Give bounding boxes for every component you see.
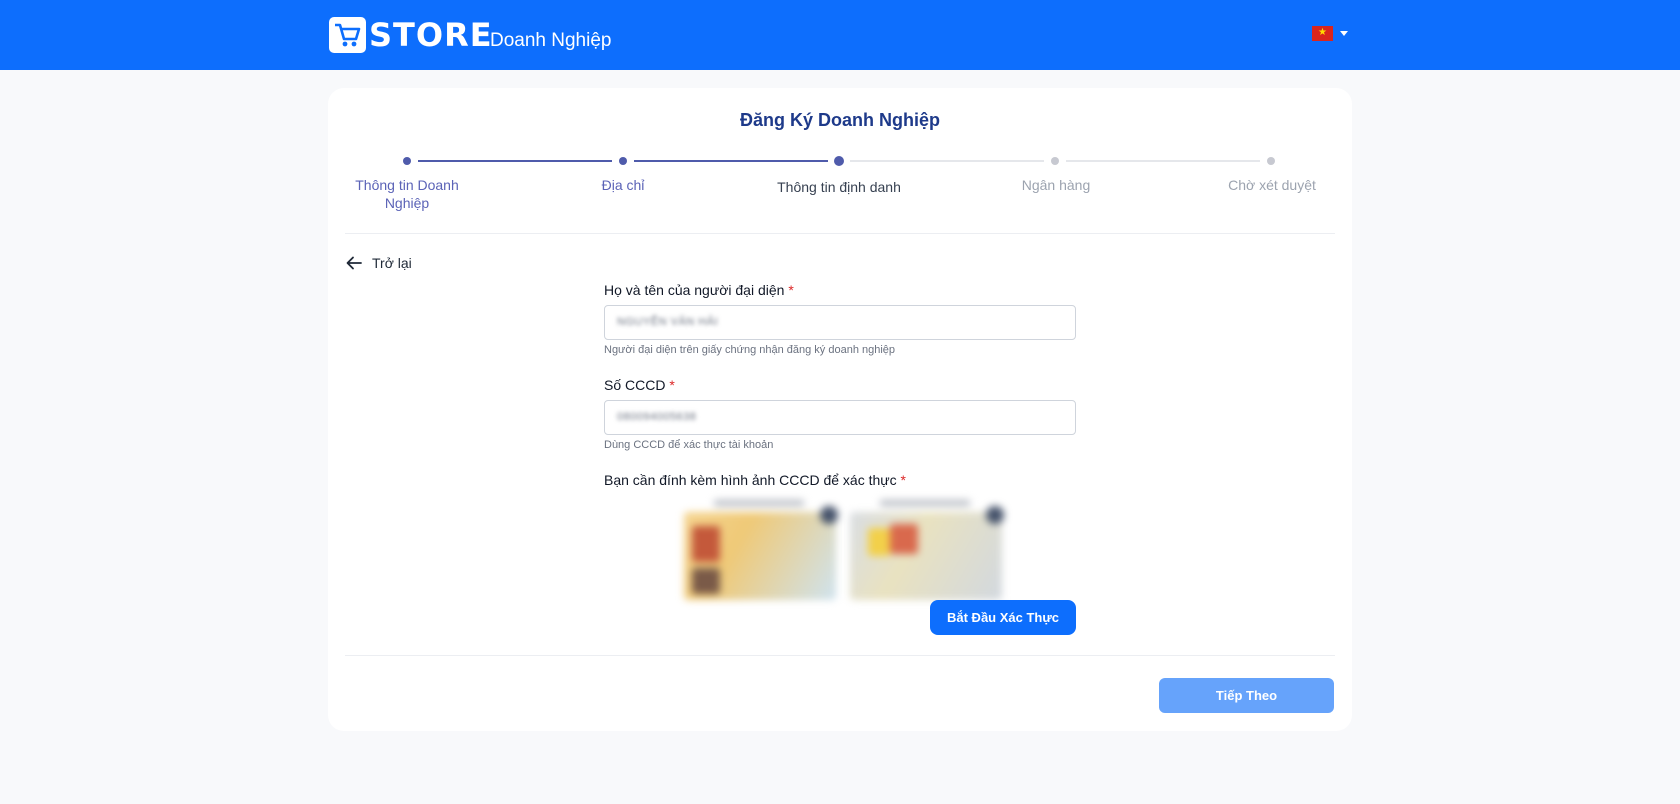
required-mark: * <box>788 282 794 298</box>
step-connector <box>1066 160 1260 162</box>
divider <box>345 233 1335 234</box>
id-card-uploads <box>604 498 1076 608</box>
step-label-address[interactable]: Địa chỉ <box>548 176 698 194</box>
step-label-business-info[interactable]: Thông tin Doanh Nghiệp <box>332 176 482 212</box>
back-button[interactable]: Trở lại <box>346 255 412 271</box>
step-dot-active <box>834 156 844 166</box>
store-logo[interactable]: STORE <box>329 17 493 53</box>
header-subtitle: Doanh Nghiệp <box>490 30 612 51</box>
progress-stepper: Thông tin Doanh Nghiệp Địa chỉ Thông tin… <box>328 88 1352 218</box>
identity-form: Họ và tên của người đại diện * NGUYỄN VĂ… <box>604 282 1076 608</box>
attach-field-label: Bạn cần đính kèm hình ảnh CCCD để xác th… <box>604 472 906 488</box>
step-label-bank: Ngân hàng <box>1021 177 1091 193</box>
name-field-hint: Người đại diện trên giấy chứng nhận đăng… <box>604 344 896 356</box>
cccd-value: 080094005638 <box>617 411 697 423</box>
step-dot <box>1267 157 1275 165</box>
required-mark: * <box>669 377 675 393</box>
required-mark: * <box>900 472 906 488</box>
divider <box>345 655 1335 656</box>
next-button[interactable]: Tiếp Theo <box>1159 678 1334 713</box>
step-dot <box>403 157 411 165</box>
registration-card: Đăng Ký Doanh Nghiệp Thông tin Doanh Ngh… <box>328 88 1352 731</box>
step-connector <box>850 160 1044 162</box>
cccd-input[interactable]: 080094005638 <box>604 400 1076 435</box>
step-connector <box>418 160 612 162</box>
step-dot <box>619 157 627 165</box>
cart-icon <box>329 17 366 53</box>
id-card-front-upload[interactable] <box>684 498 838 600</box>
representative-name-input[interactable]: NGUYỄN VĂN HẢI <box>604 305 1076 340</box>
logo-wordmark: STORE <box>369 16 493 54</box>
step-label-identity[interactable]: Thông tin định danh <box>776 178 902 196</box>
back-label: Trở lại <box>372 255 412 271</box>
step-dot <box>1051 157 1059 165</box>
name-field-label: Họ và tên của người đại diện * <box>604 282 794 298</box>
top-navbar: STORE Doanh Nghiệp ★ <box>0 0 1680 70</box>
vietnam-flag-icon: ★ <box>1312 26 1333 41</box>
language-selector[interactable]: ★ <box>1312 26 1348 41</box>
cccd-field-hint: Dùng CCCD để xác thực tài khoản <box>604 439 774 451</box>
step-label-pending-approval: Chờ xét duyệt <box>1228 177 1316 193</box>
chevron-down-icon <box>1340 31 1348 36</box>
representative-name-value: NGUYỄN VĂN HẢI <box>617 316 719 328</box>
step-connector <box>634 160 828 162</box>
arrow-left-icon <box>346 256 362 270</box>
cccd-field-label: Số CCCD * <box>604 377 675 393</box>
start-verification-button[interactable]: Bắt Đầu Xác Thực <box>930 600 1076 635</box>
id-card-back-upload[interactable] <box>850 498 1004 600</box>
